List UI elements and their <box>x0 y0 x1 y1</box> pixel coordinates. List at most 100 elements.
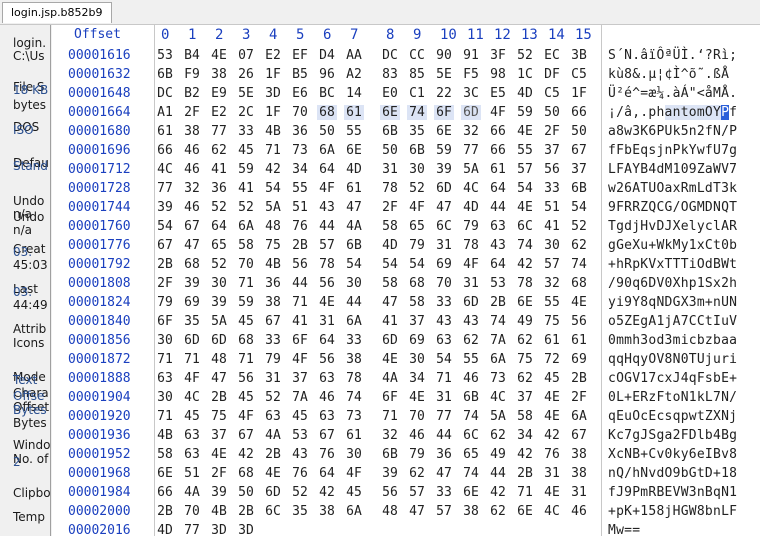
hex-byte[interactable]: 41 <box>380 314 400 329</box>
hex-byte[interactable]: 35 <box>182 314 202 329</box>
hex-byte[interactable]: 6E <box>515 295 535 310</box>
hex-byte[interactable]: 54 <box>344 257 364 272</box>
hex-byte[interactable]: 6D <box>434 181 454 196</box>
hex-byte[interactable]: 38 <box>461 504 481 519</box>
ascii-text[interactable]: 0L+ERzFtoN1kL7N/ <box>608 390 737 405</box>
hex-byte[interactable]: 36 <box>209 181 229 196</box>
hex-byte[interactable]: 4E <box>569 295 589 310</box>
hex-byte[interactable]: 58 <box>407 295 427 310</box>
hex-byte[interactable]: 54 <box>263 181 283 196</box>
hex-byte[interactable]: 4B <box>155 428 175 443</box>
hex-byte[interactable]: 2B <box>263 447 283 462</box>
hex-byte[interactable]: 65 <box>461 447 481 462</box>
hex-byte[interactable]: 48 <box>263 219 283 234</box>
hex-byte[interactable]: 68 <box>407 276 427 291</box>
hex-editor-view[interactable]: Offset 0 1 2 3 4 5 6 7 8 9 10 11 12 13 14 15 00001616 53… <box>52 25 760 536</box>
ascii-text[interactable]: yi9Y8qNDGX3m+nUN <box>608 295 737 310</box>
hex-byte[interactable]: 63 <box>488 219 508 234</box>
hex-byte[interactable]: 2B <box>209 390 229 405</box>
hex-byte[interactable]: 2B <box>515 466 535 481</box>
hex-byte[interactable]: 30 <box>542 238 562 253</box>
ascii-text[interactable]: TgdjHvDJXelyclAR <box>608 219 737 234</box>
hex-byte[interactable]: 6A <box>317 143 337 158</box>
hex-byte[interactable]: 58 <box>155 447 175 462</box>
hex-byte[interactable]: F9 <box>182 67 202 82</box>
hex-byte[interactable]: 90 <box>434 48 454 63</box>
hex-byte[interactable]: B5 <box>290 67 310 82</box>
hex-byte[interactable]: EC <box>542 48 562 63</box>
hex-byte[interactable]: 31 <box>380 162 400 177</box>
hex-byte[interactable]: 4E <box>542 409 562 424</box>
hex-byte[interactable]: 42 <box>236 447 256 462</box>
hex-byte[interactable]: 57 <box>407 485 427 500</box>
hex-byte[interactable]: 47 <box>182 238 202 253</box>
hex-byte[interactable]: 62 <box>515 333 535 348</box>
hex-byte[interactable]: 63 <box>317 371 337 386</box>
hex-byte[interactable]: DC <box>380 48 400 63</box>
hex-byte[interactable]: 37 <box>542 143 562 158</box>
hex-byte[interactable]: 6B <box>344 238 364 253</box>
hex-byte[interactable]: 6F <box>155 314 175 329</box>
hex-byte[interactable]: 73 <box>290 143 310 158</box>
hex-byte[interactable]: 6D <box>263 485 283 500</box>
hex-byte[interactable]: E5 <box>488 86 508 101</box>
hex-byte[interactable]: 6A <box>344 504 364 519</box>
hex-byte[interactable]: 4F <box>344 466 364 481</box>
hex-byte[interactable]: 64 <box>488 257 508 272</box>
hex-byte[interactable]: 4E <box>515 200 535 215</box>
hex-byte[interactable]: 61 <box>569 333 589 348</box>
hex-byte[interactable]: 57 <box>434 504 454 519</box>
hex-byte[interactable]: 2F <box>209 466 229 481</box>
hex-byte[interactable]: BC <box>317 86 337 101</box>
hex-byte[interactable]: 46 <box>182 143 202 158</box>
hex-byte[interactable]: 6B <box>569 181 589 196</box>
hex-byte[interactable]: 42 <box>515 257 535 272</box>
hex-byte[interactable]: 39 <box>209 295 229 310</box>
hex-byte[interactable]: 37 <box>407 314 427 329</box>
hex-byte[interactable]: 59 <box>236 295 256 310</box>
hex-byte[interactable]: 74 <box>344 390 364 405</box>
hex-byte[interactable]: A1 <box>155 105 175 120</box>
hex-byte[interactable]: 30 <box>209 276 229 291</box>
hex-byte[interactable]: 71 <box>155 409 175 424</box>
hex-byte[interactable]: 56 <box>569 314 589 329</box>
hex-byte[interactable]: 85 <box>407 67 427 82</box>
ascii-text[interactable]: nQ/hNvdO9bGtD+18 <box>608 466 737 481</box>
hex-byte[interactable]: 35 <box>290 504 310 519</box>
hex-byte[interactable]: 62 <box>569 238 589 253</box>
hex-byte[interactable]: 41 <box>236 181 256 196</box>
hex-byte[interactable]: 55 <box>542 295 562 310</box>
hex-byte[interactable]: 66 <box>155 485 175 500</box>
hex-byte[interactable]: C1 <box>407 86 427 101</box>
ascii-text[interactable]: fFbEqsjnPkYwfU7g <box>608 143 737 158</box>
hex-byte[interactable]: 6C <box>515 219 535 234</box>
hex-byte[interactable]: 4B <box>209 504 229 519</box>
hex-byte[interactable]: 79 <box>407 447 427 462</box>
hex-byte[interactable]: 68 <box>317 105 337 120</box>
hex-byte[interactable]: 38 <box>344 352 364 367</box>
hex-byte[interactable]: 30 <box>344 447 364 462</box>
hex-byte[interactable]: 68 <box>236 466 256 481</box>
hex-byte[interactable]: 6E <box>344 143 364 158</box>
hex-byte[interactable]: 3B <box>569 48 589 63</box>
hex-byte[interactable]: 41 <box>542 219 562 234</box>
hex-byte[interactable]: 6D <box>461 105 481 120</box>
hex-byte[interactable]: 38 <box>209 67 229 82</box>
hex-byte[interactable]: 74 <box>461 409 481 424</box>
hex-byte[interactable]: 45 <box>344 485 364 500</box>
hex-byte[interactable]: 39 <box>155 200 175 215</box>
hex-byte[interactable]: 52 <box>569 219 589 234</box>
hex-byte[interactable]: 34 <box>290 162 310 177</box>
hex-byte[interactable]: 1F <box>263 67 283 82</box>
hex-byte[interactable]: 31 <box>434 390 454 405</box>
hex-byte[interactable]: 78 <box>380 181 400 196</box>
hex-byte[interactable]: 4E <box>317 295 337 310</box>
hex-byte[interactable]: 56 <box>317 352 337 367</box>
hex-byte[interactable]: 2B <box>488 295 508 310</box>
hex-byte[interactable]: 26 <box>236 67 256 82</box>
hex-byte[interactable]: 42 <box>488 485 508 500</box>
hex-byte[interactable]: 46 <box>407 428 427 443</box>
hex-byte[interactable]: C5 <box>542 86 562 101</box>
hex-byte[interactable]: 62 <box>488 504 508 519</box>
hex-byte[interactable]: 4F <box>182 371 202 386</box>
